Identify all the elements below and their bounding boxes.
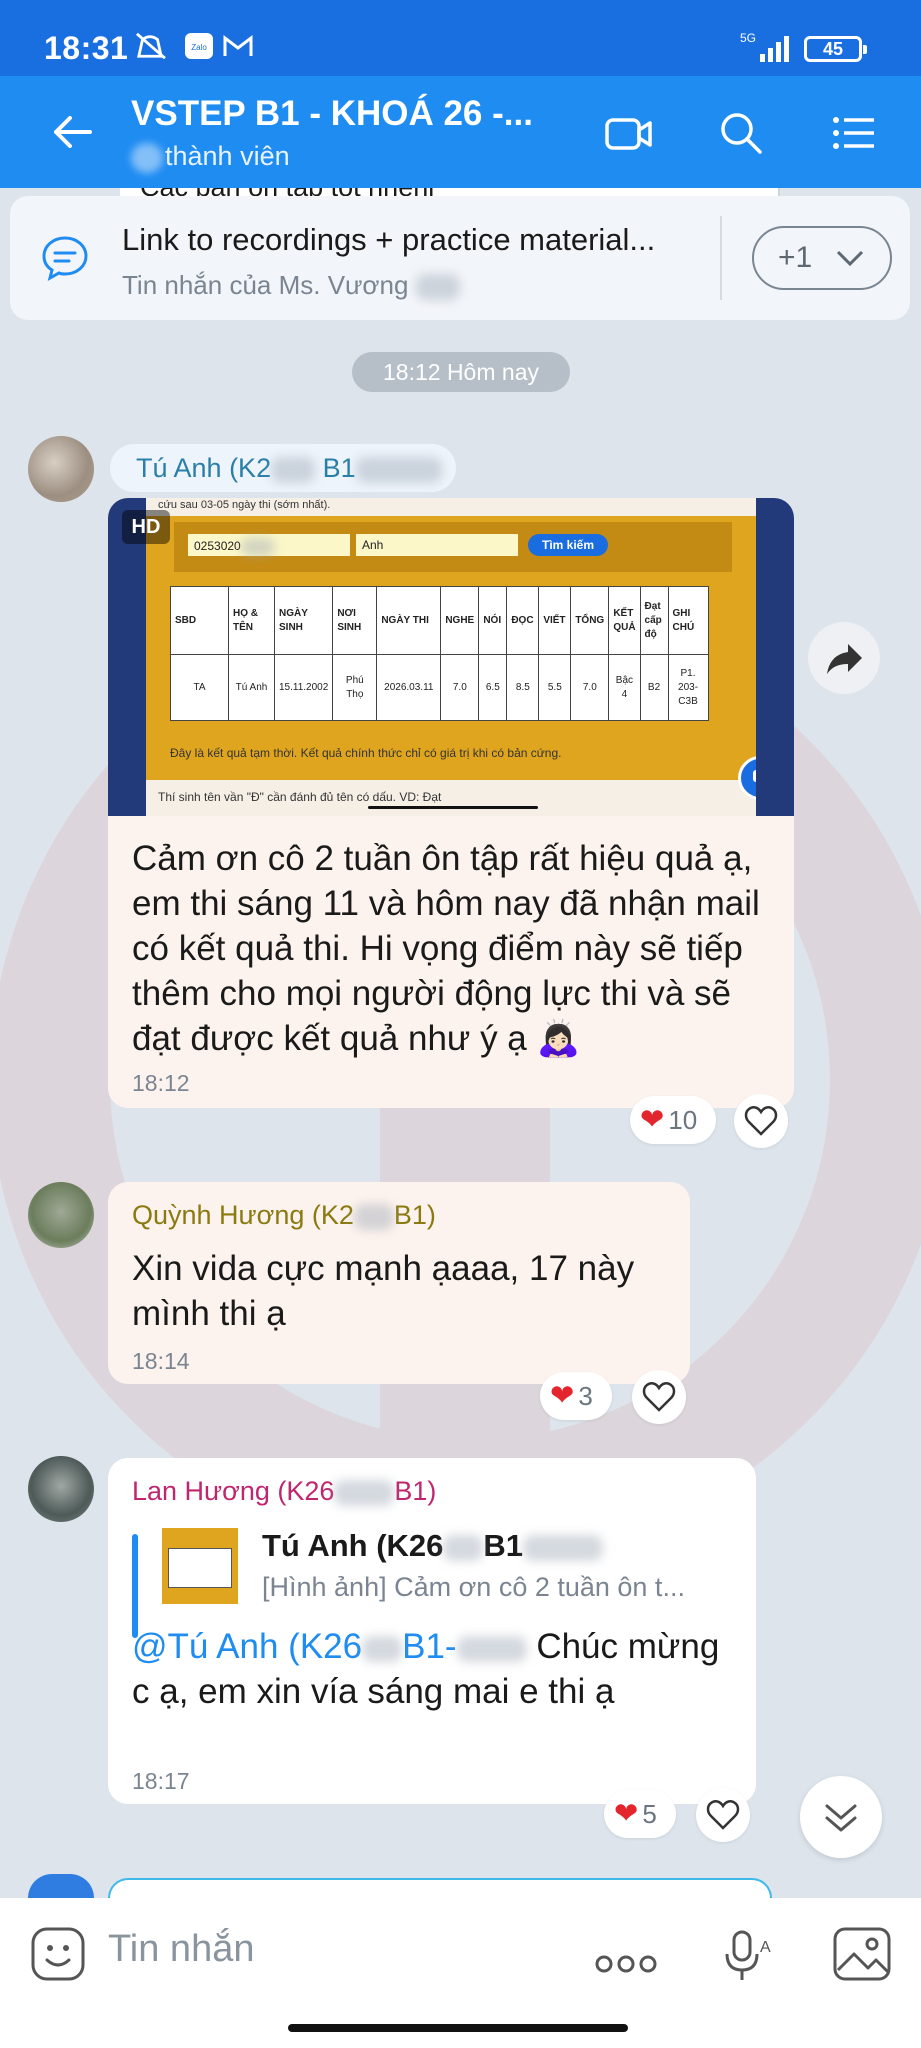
svg-text:A: A — [760, 1939, 771, 1956]
signal-icon: 5G — [740, 31, 789, 62]
image-search-bar: 0253020 Anh Tìm kiếm — [174, 522, 732, 572]
reaction-count[interactable]: ❤ 5 — [604, 1790, 676, 1838]
redacted-name — [415, 274, 460, 301]
divider — [720, 216, 722, 300]
chat-header: VSTEP B1 - KHOÁ 26 -... thành viên — [0, 76, 921, 188]
message-time: 18:12 — [132, 1070, 190, 1096]
group-member-count[interactable]: thành viên — [131, 141, 290, 173]
scroll-to-bottom-button[interactable] — [800, 1776, 882, 1858]
heart-icon: ❤ — [550, 1380, 575, 1412]
mention-link[interactable]: @Tú Anh (K26 B1- — [132, 1627, 527, 1666]
image-gallery-icon[interactable] — [832, 1926, 892, 1982]
quote-thumbnail[interactable] — [162, 1528, 238, 1604]
avatar[interactable] — [28, 436, 94, 502]
image-search-name: Anh — [356, 534, 518, 556]
redacted-count — [131, 142, 163, 173]
message-input[interactable]: Tin nhắn — [108, 1928, 254, 1971]
reaction-count[interactable]: ❤ 10 — [630, 1096, 716, 1144]
message-time: 18:17 — [132, 1768, 190, 1794]
heart-icon: ❤ — [640, 1104, 665, 1136]
sender-name[interactable]: Tú Anh (K2 B1 — [110, 444, 456, 492]
back-arrow-icon[interactable] — [50, 110, 94, 154]
status-time: 18:31 — [44, 30, 129, 66]
sender-name[interactable]: Lan Hương (K26 B1) — [132, 1476, 436, 1507]
pinned-message-banner[interactable]: Link to recordings + practice material..… — [10, 196, 910, 320]
heart-icon: ❤ — [614, 1798, 639, 1830]
hd-badge: HD — [122, 510, 170, 544]
image-footer: Thí sinh tên vần "Đ" cần đánh đủ tên có … — [146, 780, 756, 816]
chat-bubble-icon — [42, 236, 88, 281]
quote-bar — [132, 1534, 138, 1638]
svg-text:Zalo: Zalo — [191, 43, 207, 52]
home-indicator — [288, 2024, 628, 2032]
heart-outline-icon — [642, 1382, 676, 1412]
avatar[interactable] — [28, 1874, 94, 1898]
video-call-icon[interactable] — [604, 108, 654, 158]
avatar[interactable] — [28, 1456, 94, 1522]
double-chevron-down-icon — [825, 1804, 857, 1832]
like-button[interactable] — [632, 1370, 686, 1424]
menu-list-icon[interactable] — [830, 108, 880, 158]
message-text: @Tú Anh (K26 B1- Chúc mừng c ạ, em xin ví… — [132, 1627, 720, 1711]
message-bubble[interactable]: Lan Hương (K26 B1) Tú Anh (K26 B1 [Hình ản… — [108, 1458, 756, 1804]
message-bubble[interactable]: Quỳnh Hương (K2 B1) Xin vida cực mạnh ạaa… — [108, 1182, 690, 1384]
gmail-icon — [223, 34, 253, 56]
svg-text:5G: 5G — [740, 31, 756, 45]
result-screenshot-image[interactable]: cứu sau 03-05 ngày thi (sớm nhất). 02530… — [108, 498, 794, 816]
message-time: 18:14 — [132, 1348, 190, 1374]
search-icon[interactable] — [716, 108, 766, 158]
subtitle-text: thành viên — [165, 141, 290, 171]
zalo-icon: Zalo — [185, 33, 213, 59]
more-count: +1 — [778, 241, 813, 274]
image-note: Đây là kết quả tạm thời. Kết quả chính t… — [170, 746, 562, 760]
image-search-id: 0253020 — [188, 534, 350, 556]
alarm-off-icon — [136, 32, 166, 60]
voice-to-text-icon[interactable]: A — [722, 1928, 772, 1984]
like-button[interactable] — [696, 1788, 750, 1842]
image-content: cứu sau 03-05 ngày thi (sớm nhất). 02530… — [146, 498, 756, 816]
message-text: Xin vida cực mạnh ạaaa, 17 này mình thi … — [132, 1249, 635, 1333]
sender-name[interactable]: Quỳnh Hương (K2 B1) — [132, 1200, 436, 1231]
heart-outline-icon — [744, 1106, 778, 1136]
battery-indicator: 45 — [804, 36, 867, 62]
pinned-subtitle: Tin nhắn của Ms. Vương — [122, 270, 460, 301]
image-search-button: Tìm kiếm — [528, 534, 608, 556]
group-title[interactable]: VSTEP B1 - KHOÁ 26 -... — [131, 94, 533, 134]
sticker-emoji-icon[interactable] — [30, 1926, 86, 1982]
more-options-icon[interactable] — [594, 1954, 658, 1974]
reaction-count[interactable]: ❤ 3 — [540, 1372, 612, 1420]
image-header-text: cứu sau 03-05 ngày thi (sớm nhất). — [146, 498, 756, 516]
result-table: SBD HỌ & TÊN NGÀY SINH NƠI SINH NGÀY THI… — [170, 586, 709, 721]
share-arrow-icon — [827, 644, 862, 674]
date-separator: 18:12 Hôm nay — [352, 352, 570, 392]
message-text: Cảm ơn cô 2 tuần ôn tập rất hiệu quả ạ, … — [132, 839, 760, 1058]
quote-text: [Hình ảnh] Cảm ơn cô 2 tuần ôn t... — [262, 1572, 685, 1602]
heart-outline-icon — [706, 1800, 740, 1830]
avatar[interactable] — [28, 1182, 94, 1248]
image-scroll-indicator — [368, 806, 538, 809]
status-bar: 18:31 Zalo 5G 45 — [0, 0, 921, 76]
like-button[interactable] — [734, 1094, 788, 1148]
quote-sender: Tú Anh (K26 B1 — [262, 1528, 604, 1564]
pinned-title: Link to recordings + practice material..… — [122, 222, 656, 257]
forward-button[interactable] — [808, 622, 880, 694]
chevron-down-icon — [836, 250, 864, 266]
more-pinned-button[interactable]: +1 — [752, 226, 892, 290]
message-bubble[interactable]: cứu sau 03-05 ngày thi (sớm nhất). 02530… — [108, 498, 794, 1108]
